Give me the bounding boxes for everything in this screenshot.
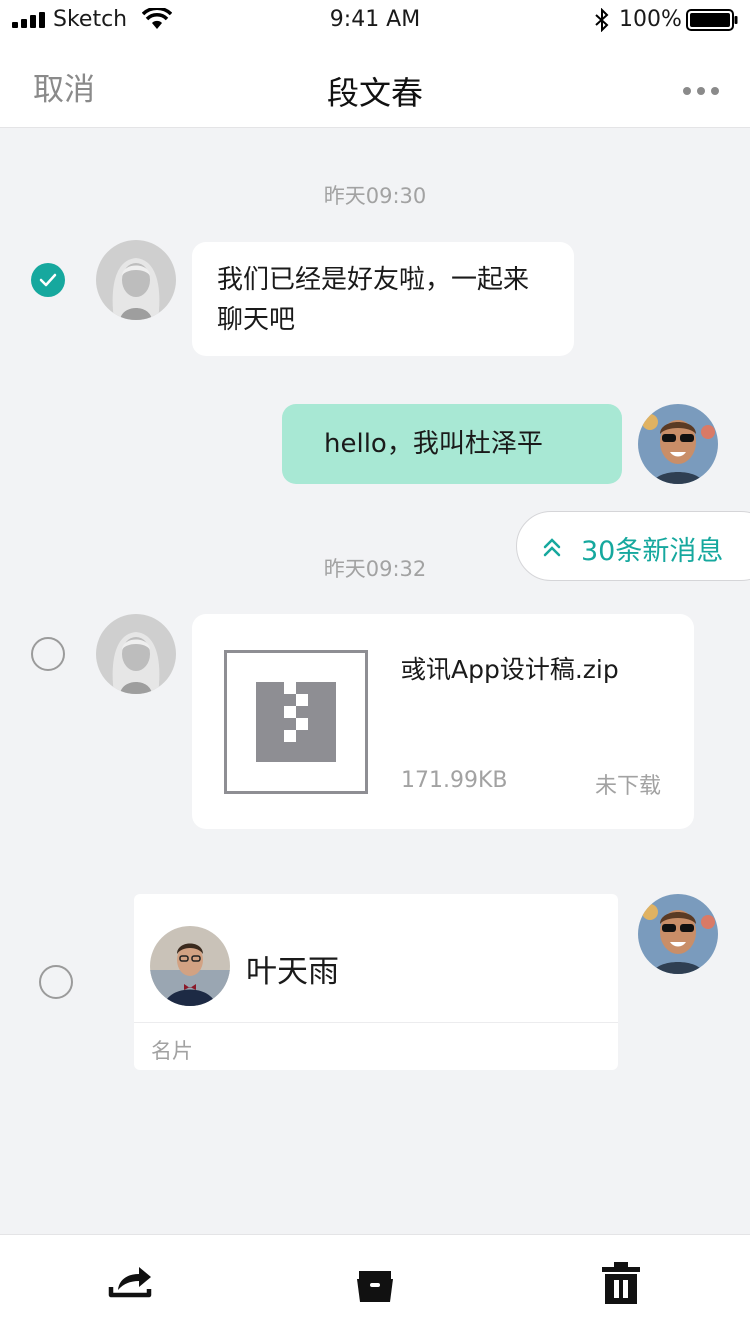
more-icon[interactable] [682, 86, 720, 96]
select-checkbox[interactable] [31, 637, 65, 671]
status-bar: Sketch 9:41 AM 100% [0, 0, 750, 40]
message-text: 我们已经是好友啦，一起来聊天吧 [217, 265, 530, 335]
sender-avatar[interactable] [96, 614, 176, 694]
page-title: 段文春 [326, 74, 423, 112]
check-icon [39, 273, 57, 287]
contact-card-message[interactable]: 叶天雨 名片 [134, 894, 618, 1070]
man-portrait-icon [638, 404, 718, 484]
battery-icon [686, 9, 738, 31]
woman-portrait-icon [96, 614, 176, 694]
man-portrait-icon [638, 894, 718, 974]
share-icon[interactable] [106, 1257, 156, 1307]
file-size: 171.99KB [401, 768, 508, 793]
trash-icon[interactable] [596, 1257, 646, 1307]
contact-name: 叶天雨 [246, 954, 339, 990]
bluetooth-icon [595, 8, 609, 32]
favorite-icon[interactable] [350, 1257, 400, 1307]
message-timestamp: 昨天09:30 [323, 184, 427, 208]
message-timestamp: 昨天09:32 [323, 557, 427, 581]
sender-avatar[interactable] [96, 240, 176, 320]
woman-portrait-icon [96, 240, 176, 320]
man-portrait-icon [150, 926, 230, 1006]
bottom-toolbar [0, 1234, 750, 1334]
battery-percent: 100% [619, 7, 682, 32]
nav-bar: 取消 段文春 [0, 40, 750, 128]
contact-card-label: 名片 [151, 1039, 193, 1063]
select-checkbox[interactable] [39, 965, 73, 999]
incoming-message-bubble[interactable]: 我们已经是好友啦，一起来聊天吧 [192, 242, 574, 356]
divider [134, 1022, 618, 1023]
file-status: 未下载 [594, 774, 661, 799]
select-checkbox-checked[interactable] [31, 263, 65, 297]
contact-avatar [150, 926, 230, 1006]
file-message-card[interactable]: 彧讯App设计稿.zip 171.99KB 未下载 [192, 614, 694, 829]
my-avatar[interactable] [638, 894, 718, 974]
zip-file-icon [224, 650, 368, 794]
message-text: hello，我叫杜泽平 [324, 429, 543, 459]
outgoing-message-bubble[interactable]: hello，我叫杜泽平 [282, 404, 622, 484]
file-name: 彧讯App设计稿.zip [401, 655, 619, 684]
my-avatar[interactable] [638, 404, 718, 484]
